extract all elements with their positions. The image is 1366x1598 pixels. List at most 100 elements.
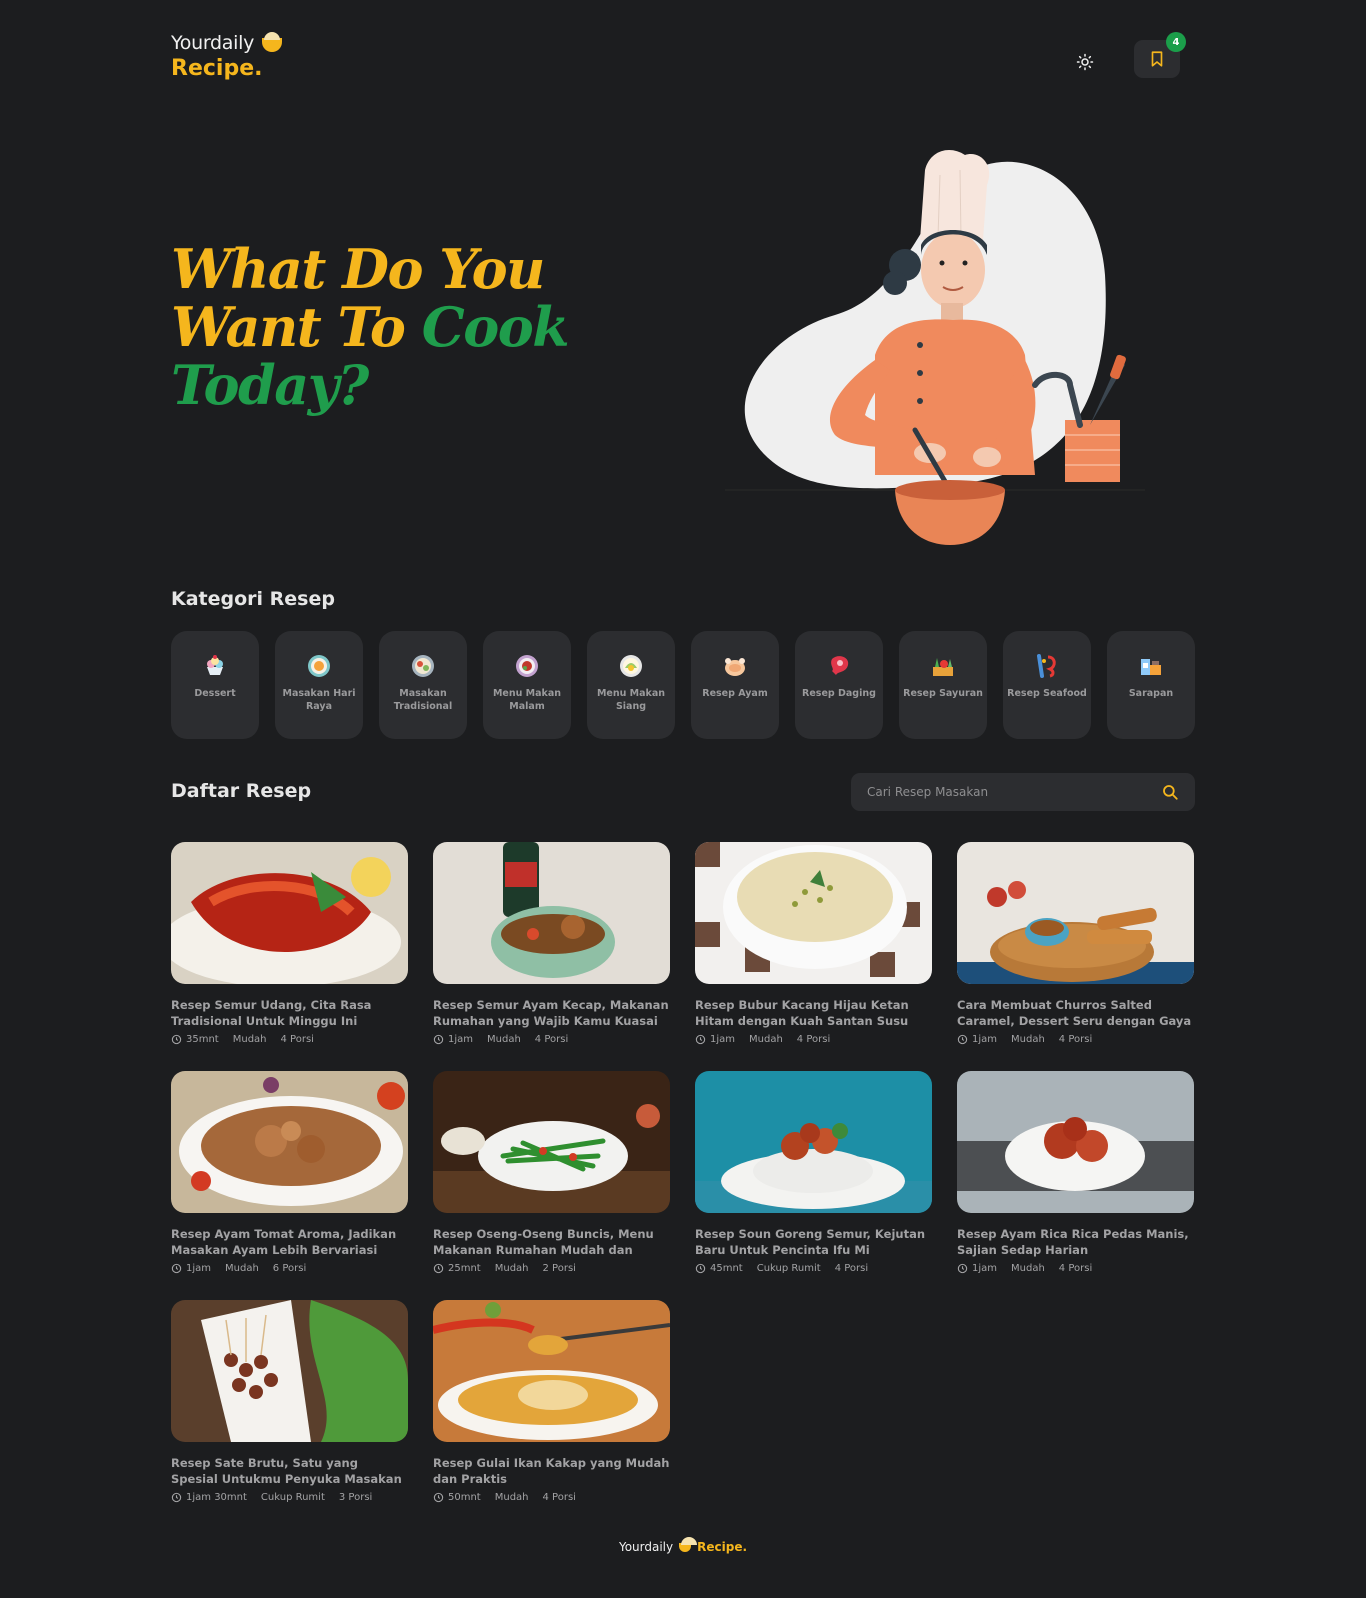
recipe-difficulty: Mudah bbox=[494, 1492, 529, 1503]
recipe-title[interactable]: Resep Semur Udang, Cita Rasa Tradisional… bbox=[171, 997, 408, 1029]
search-icon[interactable] bbox=[1161, 783, 1179, 801]
chef-illustration bbox=[725, 150, 1145, 545]
search-bar bbox=[851, 773, 1195, 811]
recipe-card[interactable]: Resep Semur Ayam Kecap, Makanan Rumahan … bbox=[433, 842, 670, 1071]
recipe-difficulty: Cukup Rumit bbox=[756, 1263, 821, 1274]
recipe-image[interactable] bbox=[171, 842, 408, 984]
bookmark-button[interactable]: 4 bbox=[1134, 32, 1186, 78]
chicken-icon bbox=[725, 658, 745, 676]
category-dessert[interactable]: Dessert bbox=[171, 631, 259, 739]
recipe-time: 50mnt bbox=[448, 1492, 481, 1503]
recipe-card[interactable]: Resep Gulai Ikan Kakap yang Mudah dan Pr… bbox=[433, 1300, 670, 1529]
recipe-difficulty: Mudah bbox=[1011, 1263, 1045, 1274]
recipe-difficulty: Mudah bbox=[487, 1034, 521, 1045]
recipe-card[interactable]: Resep Soun Goreng Semur, Kejutan Baru Un… bbox=[695, 1071, 932, 1300]
search-input[interactable] bbox=[867, 785, 1161, 799]
ice-cream-icon bbox=[207, 655, 223, 675]
clock-icon bbox=[433, 1263, 444, 1274]
recipe-title[interactable]: Resep Soun Goreng Semur, Kejutan Baru Un… bbox=[695, 1226, 932, 1258]
recipe-portion: 4 Porsi bbox=[796, 1034, 831, 1045]
clock-icon bbox=[433, 1034, 444, 1045]
recipe-image[interactable] bbox=[695, 1071, 932, 1213]
recipe-title[interactable]: Resep Semur Ayam Kecap, Makanan Rumahan … bbox=[433, 997, 670, 1029]
recipe-image[interactable] bbox=[695, 842, 932, 984]
recipe-image[interactable] bbox=[957, 1071, 1194, 1213]
recipes-title: Daftar Resep bbox=[171, 780, 312, 802]
recipe-portion: 4 Porsi bbox=[1058, 1034, 1093, 1045]
recipe-image[interactable] bbox=[433, 1071, 670, 1213]
recipe-time: 25mnt bbox=[448, 1263, 481, 1274]
recipe-meta: 25mnt Mudah 2 Porsi bbox=[433, 1263, 670, 1274]
recipe-title[interactable]: Resep Ayam Tomat Aroma, Jadikan Masakan … bbox=[171, 1226, 408, 1258]
recipe-meta: 1jam 30mnt Cukup Rumit 3 Porsi bbox=[171, 1492, 408, 1503]
recipe-title[interactable]: Resep Bubur Kacang Hijau Ketan Hitam den… bbox=[695, 997, 932, 1029]
recipe-difficulty: Mudah bbox=[494, 1263, 529, 1274]
recipe-card[interactable]: Cara Membuat Churros Salted Caramel, Des… bbox=[957, 842, 1194, 1071]
recipe-time: 1jam 30mnt bbox=[186, 1492, 247, 1503]
theme-toggle-button[interactable] bbox=[1065, 42, 1105, 82]
category-label: Dessert bbox=[194, 688, 236, 699]
header: Yourdaily Recipe. 4 bbox=[171, 32, 1195, 92]
dinner-plate-icon bbox=[516, 655, 538, 677]
bookmark-icon bbox=[1151, 51, 1163, 67]
category-resep-daging[interactable]: Resep Daging bbox=[795, 631, 883, 739]
seafood-icon bbox=[1037, 654, 1056, 678]
category-label: Sarapan bbox=[1128, 688, 1174, 699]
recipe-image[interactable] bbox=[957, 842, 1194, 984]
bookmark-count-badge: 4 bbox=[1166, 32, 1186, 52]
recipe-difficulty: Mudah bbox=[1011, 1034, 1045, 1045]
recipe-image[interactable] bbox=[433, 1300, 670, 1442]
recipe-card[interactable]: Resep Oseng-Oseng Buncis, Menu Makanan R… bbox=[433, 1071, 670, 1300]
meat-icon bbox=[831, 656, 849, 675]
recipe-portion: 2 Porsi bbox=[542, 1263, 576, 1274]
recipe-meta: 1jam Mudah 4 Porsi bbox=[433, 1034, 670, 1045]
hero-line-2a: Want To bbox=[171, 295, 422, 359]
logo[interactable]: Yourdaily Recipe. bbox=[171, 32, 1195, 81]
recipe-portion: 3 Porsi bbox=[338, 1492, 373, 1503]
category-label: Menu Makan Siang bbox=[596, 688, 666, 712]
clock-icon bbox=[695, 1263, 706, 1274]
recipe-image[interactable] bbox=[433, 842, 670, 984]
recipe-portion: 4 Porsi bbox=[542, 1492, 576, 1503]
recipe-title[interactable]: Resep Sate Brutu, Satu yang Spesial Untu… bbox=[171, 1455, 408, 1487]
recipe-card[interactable]: Resep Semur Udang, Cita Rasa Tradisional… bbox=[171, 842, 408, 1071]
recipe-difficulty: Mudah bbox=[749, 1034, 783, 1045]
recipe-title[interactable]: Resep Gulai Ikan Kakap yang Mudah dan Pr… bbox=[433, 1455, 670, 1487]
recipe-card[interactable]: Resep Bubur Kacang Hijau Ketan Hitam den… bbox=[695, 842, 932, 1071]
recipe-time: 45mnt bbox=[710, 1263, 743, 1274]
category-menu-makan-siang[interactable]: Menu Makan Siang bbox=[587, 631, 675, 739]
hero-title: What Do You Want To Cook Today? bbox=[171, 240, 631, 414]
clock-icon bbox=[171, 1263, 182, 1274]
recipe-image[interactable] bbox=[171, 1300, 408, 1442]
recipe-time: 35mnt bbox=[186, 1034, 219, 1045]
category-resep-seafood[interactable]: Resep Seafood bbox=[1003, 631, 1091, 739]
festive-plate-icon bbox=[308, 655, 330, 677]
recipe-time: 1jam bbox=[972, 1263, 998, 1274]
recipe-title[interactable]: Resep Oseng-Oseng Buncis, Menu Makanan R… bbox=[433, 1226, 670, 1258]
category-sarapan[interactable]: Sarapan bbox=[1107, 631, 1195, 739]
bowl-icon bbox=[679, 1536, 698, 1552]
recipe-title[interactable]: Cara Membuat Churros Salted Caramel, Des… bbox=[957, 997, 1194, 1029]
recipe-card[interactable]: Resep Sate Brutu, Satu yang Spesial Untu… bbox=[171, 1300, 408, 1529]
logo-top-text: Yourdaily bbox=[171, 32, 255, 54]
sun-icon bbox=[1076, 53, 1094, 71]
recipe-time: 1jam bbox=[448, 1034, 474, 1045]
recipe-difficulty: Mudah bbox=[225, 1263, 259, 1274]
recipe-portion: 6 Porsi bbox=[272, 1263, 307, 1274]
recipe-difficulty: Cukup Rumit bbox=[260, 1492, 325, 1503]
recipe-card[interactable]: Resep Ayam Tomat Aroma, Jadikan Masakan … bbox=[171, 1071, 408, 1300]
category-menu-makan-malam[interactable]: Menu Makan Malam bbox=[483, 631, 571, 739]
clock-icon bbox=[171, 1492, 182, 1503]
category-resep-sayuran[interactable]: Resep Sayuran bbox=[899, 631, 987, 739]
recipe-card[interactable]: Resep Ayam Rica Rica Pedas Manis, Sajian… bbox=[957, 1071, 1194, 1300]
category-resep-ayam[interactable]: Resep Ayam bbox=[691, 631, 779, 739]
recipe-image[interactable] bbox=[171, 1071, 408, 1213]
recipe-portion: 4 Porsi bbox=[1058, 1263, 1093, 1274]
category-label: Masakan Tradisional bbox=[393, 688, 453, 712]
hero-line-2b: Cook bbox=[421, 295, 570, 359]
category-masakan-hari-raya[interactable]: Masakan Hari Raya bbox=[275, 631, 363, 739]
category-label: Menu Makan Malam bbox=[492, 688, 562, 712]
recipe-title[interactable]: Resep Ayam Rica Rica Pedas Manis, Sajian… bbox=[957, 1226, 1194, 1258]
clock-icon bbox=[957, 1034, 968, 1045]
category-masakan-tradisional[interactable]: Masakan Tradisional bbox=[379, 631, 467, 739]
